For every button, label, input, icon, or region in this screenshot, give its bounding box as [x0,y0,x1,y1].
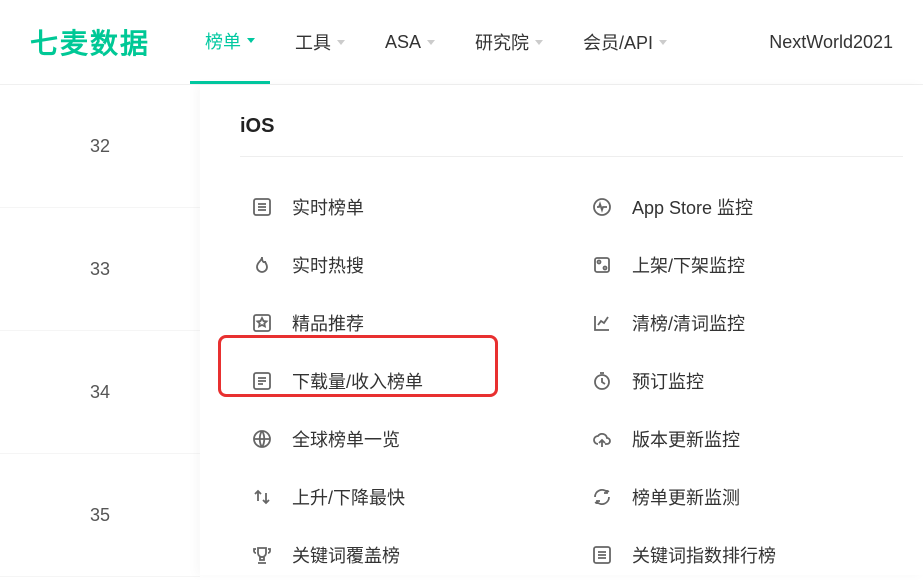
timer-icon [590,369,614,393]
dropdown-col-2: App Store 监控 上架/下架监控 清榜/清词监控 预订监控 版本更新监控… [580,182,860,580]
pulse-icon [590,195,614,219]
nav-rankings[interactable]: 榜单 [190,0,270,84]
list-icon [250,195,274,219]
nav-label: 会员/API [583,29,653,55]
cloud-icon [590,427,614,451]
menu-label: 实时热搜 [292,252,364,278]
updown-icon [250,485,274,509]
menu-listing-monitor[interactable]: 上架/下架监控 [580,240,860,290]
menu-preorder-monitor[interactable]: 预订监控 [580,356,860,406]
nav-asa[interactable]: ASA [370,0,450,84]
menu-label: 精品推荐 [292,310,364,336]
caret-down-icon [535,40,543,45]
caret-down-icon [427,40,435,45]
nav-label: ASA [385,32,421,53]
menu-realtime-rank[interactable]: 实时榜单 [240,182,520,232]
rank-cell: 35 [0,454,200,577]
menu-label: 清榜/清词监控 [632,310,745,336]
nav-label: 榜单 [205,28,241,54]
rankings-dropdown: iOS 实时榜单 实时热搜 精品推荐 下载量/收入榜单 全球榜单一览 [200,85,923,575]
dropdown-title: iOS [240,115,903,138]
menu-label: 实时榜单 [292,194,364,220]
box-icon [590,253,614,277]
rank-cell: 34 [0,331,200,454]
menu-label: 榜单更新监测 [632,484,740,510]
menu-featured[interactable]: 精品推荐 [240,298,520,348]
menu-label: App Store 监控 [632,194,753,220]
menu-global-rank[interactable]: 全球榜单一览 [240,414,520,464]
caret-down-icon [337,40,345,45]
menu-clear-monitor[interactable]: 清榜/清词监控 [580,298,860,348]
menu-keyword-index[interactable]: 关键词指数排行榜 [580,530,860,580]
caret-down-icon [247,38,255,43]
user-name[interactable]: NextWorld2021 [769,32,893,53]
menu-keyword-coverage[interactable]: 关键词覆盖榜 [240,530,520,580]
list-icon [590,543,614,567]
dropdown-columns: 实时榜单 实时热搜 精品推荐 下载量/收入榜单 全球榜单一览 上升/下降最快 [240,182,903,580]
menu-label: 版本更新监控 [632,426,740,452]
list-icon [250,369,274,393]
menu-label: 上架/下架监控 [632,252,745,278]
refresh-icon [590,485,614,509]
side-rank-column: 32 33 34 35 [0,85,200,575]
star-icon [250,311,274,335]
nav-label: 工具 [295,29,331,55]
menu-download-revenue[interactable]: 下载量/收入榜单 [240,356,520,406]
globe-icon [250,427,274,451]
nav-label: 研究院 [475,29,529,55]
chart-icon [590,311,614,335]
menu-label: 预订监控 [632,368,704,394]
menu-rank-update[interactable]: 榜单更新监测 [580,472,860,522]
nav-tools[interactable]: 工具 [280,0,360,84]
dropdown-col-1: 实时榜单 实时热搜 精品推荐 下载量/收入榜单 全球榜单一览 上升/下降最快 [240,182,520,580]
rank-cell: 32 [0,85,200,208]
nav-research[interactable]: 研究院 [460,0,558,84]
menu-appstore-monitor[interactable]: App Store 监控 [580,182,860,232]
caret-down-icon [659,40,667,45]
menu-rise-fall[interactable]: 上升/下降最快 [240,472,520,522]
menu-label: 关键词指数排行榜 [632,542,776,568]
trophy-icon [250,543,274,567]
menu-label: 关键词覆盖榜 [292,542,400,568]
divider [240,156,903,157]
menu-label: 下载量/收入榜单 [292,368,423,394]
rank-cell: 33 [0,208,200,331]
menu-version-monitor[interactable]: 版本更新监控 [580,414,860,464]
header: 七麦数据 榜单 工具 ASA 研究院 会员/API NextWorld2021 [0,0,923,85]
nav: 榜单 工具 ASA 研究院 会员/API [190,0,682,84]
menu-label: 上升/下降最快 [292,484,405,510]
menu-hot-search[interactable]: 实时热搜 [240,240,520,290]
menu-label: 全球榜单一览 [292,426,400,452]
nav-api[interactable]: 会员/API [568,0,682,84]
logo[interactable]: 七麦数据 [30,22,150,62]
fire-icon [250,253,274,277]
